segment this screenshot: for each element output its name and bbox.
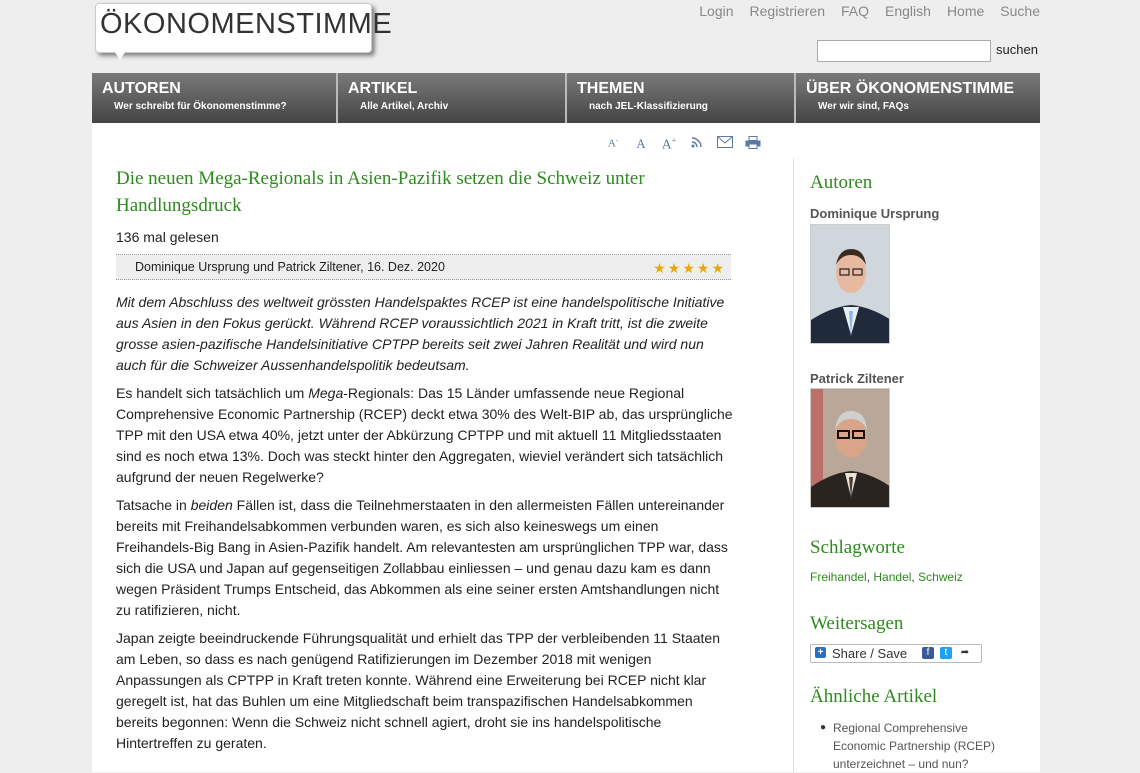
related-list: ● Regional Comprehensive Economic Partne…: [820, 719, 1010, 773]
nav-subtitle: Alle Artikel, Archiv: [360, 101, 449, 112]
login-link[interactable]: Login: [699, 3, 733, 19]
tags-heading: Schlagworte: [810, 537, 905, 558]
search-button[interactable]: suchen: [996, 42, 1038, 57]
font-decrease-icon[interactable]: A-: [604, 136, 622, 154]
logo-speech-tail: [114, 51, 126, 60]
tag-link[interactable]: Schweiz: [918, 570, 963, 584]
nav-item-articles[interactable]: ARTIKEL Alle Artikel, Archiv: [338, 73, 567, 123]
faq-link[interactable]: FAQ: [841, 3, 869, 19]
share-heading: Weitersagen: [810, 613, 904, 634]
author-name-1[interactable]: Dominique Ursprung: [810, 206, 939, 221]
related-article-link[interactable]: Regional Comprehensive Economic Partners…: [833, 719, 1010, 773]
star-icon[interactable]: ★: [697, 261, 710, 275]
nav-item-topics[interactable]: THEMEN nach JEL-Klassifizierung: [567, 73, 796, 123]
register-link[interactable]: Registrieren: [750, 3, 825, 19]
byline-date: 16. Dez. 2020: [367, 260, 445, 274]
nav-title: ARTIKEL: [348, 80, 418, 97]
article-paragraph: Japan zeigte beeindruckende Führungsqual…: [116, 630, 720, 751]
star-icon[interactable]: ★: [711, 261, 724, 275]
rating-stars: ★ ★ ★ ★ ★: [653, 261, 724, 275]
top-links: Login Registrieren FAQ English Home Suche: [683, 3, 1040, 19]
nav-title: AUTOREN: [102, 80, 181, 97]
nav-item-authors[interactable]: AUTOREN Wer schreibt für Ökonomenstimme?: [92, 73, 338, 123]
search-link[interactable]: Suche: [1000, 3, 1040, 19]
article-title: Die neuen Mega-Regionals in Asien-Pazifi…: [116, 168, 645, 216]
tag-link[interactable]: Freihandel: [810, 570, 867, 584]
text-run: Tatsache in: [116, 497, 191, 513]
nav-title: ÜBER ÖKONOMENSTIMME: [806, 80, 1014, 97]
bullet-icon: ●: [820, 722, 827, 733]
nav-item-about[interactable]: ÜBER ÖKONOMENSTIMME Wer wir sind, FAQs: [796, 73, 1040, 123]
plus-icon: +: [815, 647, 826, 658]
english-link[interactable]: English: [885, 3, 931, 19]
text-run: Es handelt sich tatsächlich um: [116, 385, 309, 401]
font-reset-icon[interactable]: A: [632, 136, 650, 154]
column-divider: [793, 158, 794, 772]
article-paragraph: Es handelt sich tatsächlich um Mega-Regi…: [116, 383, 733, 488]
share-button[interactable]: + Share / Save f t ➦: [810, 644, 982, 663]
nav-subtitle: Wer wir sind, FAQs: [818, 101, 909, 112]
home-link[interactable]: Home: [947, 3, 984, 19]
logo-text: ÖKONOMENSTIMME: [100, 8, 393, 40]
facebook-icon[interactable]: f: [922, 647, 934, 659]
nav-subtitle: Wer schreibt für Ökonomenstimme?: [114, 101, 287, 112]
author-photo-2[interactable]: [810, 388, 890, 508]
twitter-icon[interactable]: t: [940, 647, 952, 659]
site-logo[interactable]: ÖKONOMENSTIMME: [95, 3, 392, 60]
star-icon[interactable]: ★: [682, 261, 695, 275]
tag-list: Freihandel, Handel, Schweiz: [810, 570, 963, 584]
byline-bar: Dominique Ursprung und Patrick Ziltener,…: [116, 254, 731, 280]
rss-icon[interactable]: [688, 136, 706, 154]
byline: Dominique Ursprung und Patrick Ziltener,…: [135, 260, 445, 274]
main-nav: AUTOREN Wer schreibt für Ökonomenstimme?…: [92, 73, 1040, 123]
read-count: 136 mal gelesen: [116, 229, 219, 245]
forward-icon[interactable]: ➦: [959, 647, 971, 659]
article-paragraph: Tatsache in beiden Fällen ist, dass die …: [116, 495, 733, 621]
byline-authors: Dominique Ursprung und Patrick Ziltener: [135, 260, 361, 274]
font-increase-icon[interactable]: A+: [660, 136, 678, 154]
nav-title: THEMEN: [577, 80, 645, 97]
authors-heading: Autoren: [810, 172, 873, 193]
search-input[interactable]: [817, 40, 991, 62]
article-body: Mit dem Abschluss des weltweit grössten …: [116, 292, 733, 761]
emphasis: beiden: [190, 497, 233, 513]
emphasis: Mega: [308, 385, 344, 401]
related-heading: Ähnliche Artikel: [810, 686, 938, 707]
article-lead: Mit dem Abschluss des weltweit grössten …: [116, 294, 725, 373]
print-icon[interactable]: [744, 136, 762, 154]
tag-link[interactable]: Handel: [873, 570, 911, 584]
star-icon[interactable]: ★: [653, 261, 666, 275]
author-photo-1[interactable]: [810, 224, 890, 344]
email-icon[interactable]: [716, 136, 734, 154]
article-toolbar: A- A A+: [604, 136, 762, 154]
nav-subtitle: nach JEL-Klassifizierung: [589, 101, 708, 112]
author-name-2[interactable]: Patrick Ziltener: [810, 371, 904, 386]
text-run: Fällen ist, dass die Teilnehmerstaaten i…: [116, 497, 728, 618]
share-label: Share / Save: [832, 646, 908, 661]
star-icon[interactable]: ★: [668, 261, 681, 275]
